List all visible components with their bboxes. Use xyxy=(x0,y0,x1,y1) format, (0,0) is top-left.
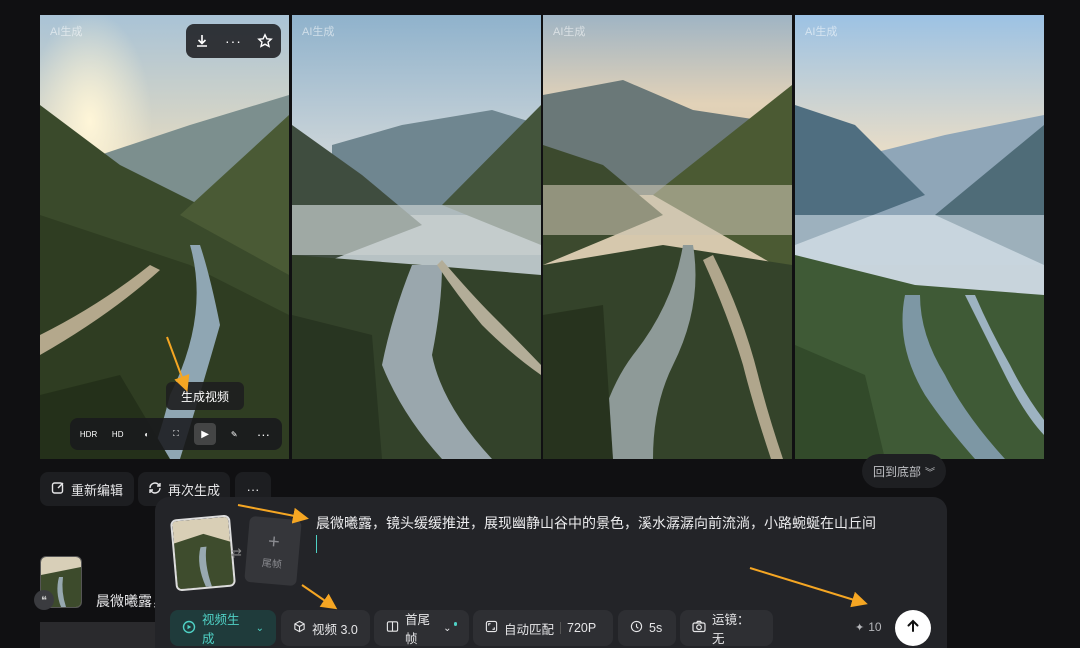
separator xyxy=(560,622,562,634)
gallery-image-4[interactable]: AI生成 xyxy=(795,15,1044,459)
misty-valley-image xyxy=(292,15,541,459)
cube-icon xyxy=(293,620,306,636)
image-action-bar: ··· xyxy=(186,24,281,58)
end-frame-upload[interactable]: + 尾帧 xyxy=(244,515,302,587)
valley-sunrise-image xyxy=(40,15,289,459)
edit-icon xyxy=(51,481,65,498)
chevrons-down-icon: ︾ xyxy=(925,467,935,479)
camera-motion-select[interactable]: 运镜：无 xyxy=(680,610,773,646)
mode-select[interactable]: 视频生成 ⌄ xyxy=(170,610,276,646)
text-cursor xyxy=(316,535,317,553)
reedit-label: 重新编辑 xyxy=(70,482,123,498)
play-video-icon[interactable]: ▶ xyxy=(194,423,217,445)
model-select[interactable]: 视频 3.0 xyxy=(281,610,370,646)
model-label: 视频 3.0 xyxy=(312,622,358,637)
chevron-down-icon: ⌄ xyxy=(443,622,452,634)
aspect-icon xyxy=(485,620,498,636)
duration-label: 5s xyxy=(649,621,663,635)
ai-generated-tag: AI生成 xyxy=(553,26,586,38)
submit-button[interactable] xyxy=(895,610,931,646)
dawn-valley-image xyxy=(543,15,792,459)
credits-indicator: ✦ 10 xyxy=(855,620,882,634)
more-icon[interactable]: ··· xyxy=(252,423,274,445)
end-frame-label: 尾帧 xyxy=(261,558,283,571)
duration-select[interactable]: 5s xyxy=(618,610,676,646)
back-to-bottom-label: 回到底部 xyxy=(872,464,921,479)
frames-label: 首尾帧 xyxy=(405,613,431,646)
refresh-icon xyxy=(148,481,162,498)
history-result-preview[interactable] xyxy=(40,622,155,648)
blue-valley-image xyxy=(795,15,1044,459)
chevron-down-icon: ⌄ xyxy=(255,622,264,634)
first-frame-thumbnail[interactable] xyxy=(169,514,237,592)
sparkle-icon: ✦ xyxy=(855,621,865,634)
frames-icon xyxy=(386,620,399,636)
download-icon[interactable] xyxy=(194,33,210,49)
resolution-label: 720P xyxy=(567,621,597,635)
camera-motion-label: 运镜：无 xyxy=(712,613,750,646)
star-icon[interactable] xyxy=(257,33,274,49)
ai-generated-tag: AI生成 xyxy=(805,26,838,38)
new-dot-icon xyxy=(453,622,457,626)
camera-icon xyxy=(692,620,706,636)
aspect-resolution-select[interactable]: 自动匹配 720P xyxy=(473,610,613,646)
gallery-image-3[interactable]: AI生成 xyxy=(543,15,792,459)
frames-select[interactable]: 首尾帧 ⌄ xyxy=(374,610,469,646)
reedit-button[interactable]: 重新编辑 xyxy=(40,472,134,506)
more-icon[interactable]: ··· xyxy=(225,33,242,49)
palette-icon[interactable]: ◐ xyxy=(136,423,158,445)
credits-value: 10 xyxy=(868,620,882,634)
ai-generated-tag: AI生成 xyxy=(50,26,83,38)
hd-icon[interactable]: HD xyxy=(107,423,129,445)
gallery-image-2[interactable]: AI生成 xyxy=(292,15,541,459)
gallery-image-1[interactable]: AI生成 xyxy=(40,15,289,459)
plus-icon: + xyxy=(267,530,281,554)
aspect-label: 自动匹配 xyxy=(504,622,555,637)
mode-label: 视频生成 xyxy=(202,613,240,646)
clock-icon xyxy=(630,620,643,636)
video-mode-icon xyxy=(182,620,196,637)
expand-icon[interactable]: ⛶ xyxy=(165,423,187,445)
generate-video-tooltip: 生成视频 xyxy=(166,382,244,410)
regenerate-label: 再次生成 xyxy=(167,482,220,498)
prompt-text[interactable]: 晨微曦露，镜头缓缓推进，展现幽静山谷中的景色，溪水潺潺向前流淌，小路蜿蜒在山丘间 xyxy=(316,513,916,533)
quote-icon: ❝ xyxy=(34,590,54,610)
eraser-icon[interactable]: ✎ xyxy=(223,423,245,445)
more-icon: ··· xyxy=(246,481,260,497)
ai-generated-tag: AI生成 xyxy=(302,26,335,38)
arrow-up-icon xyxy=(905,618,921,639)
swap-icon[interactable]: ⇄ xyxy=(231,545,242,561)
image-toolbar: HDR HD ◐ ⛶ ▶ ✎ ··· xyxy=(70,418,282,450)
hdr-icon[interactable]: HDR xyxy=(78,423,100,445)
back-to-bottom-button[interactable]: 回到底部 ︾ xyxy=(862,454,946,488)
